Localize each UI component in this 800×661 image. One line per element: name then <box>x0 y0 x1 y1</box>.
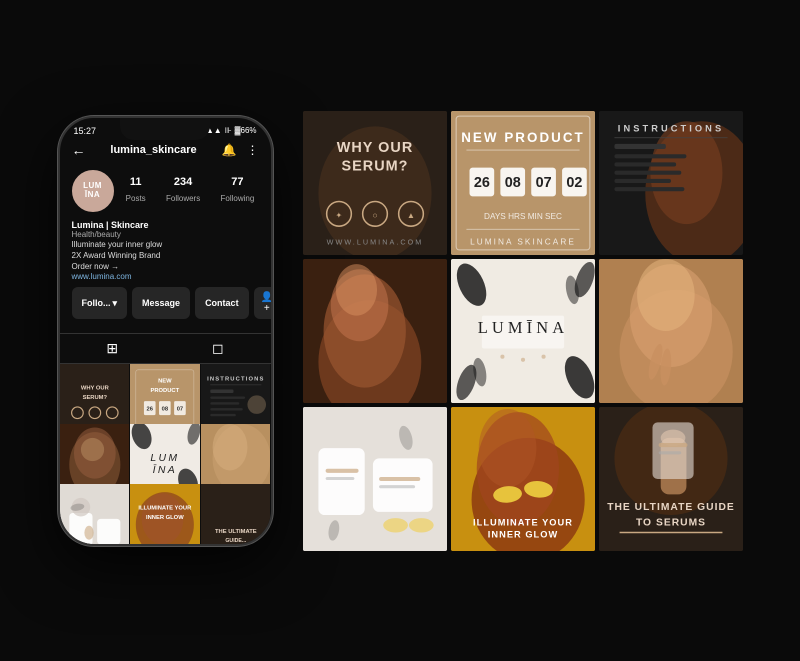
chevron-down-icon: ▾ <box>113 298 118 309</box>
bio-section: Lumina | Skincare Health/beauty Illumina… <box>72 220 259 282</box>
svg-text:08: 08 <box>504 175 520 191</box>
phone-grid: WHY OUR SERUM? NEW PRODUCT <box>60 364 271 543</box>
svg-text:○: ○ <box>372 210 377 219</box>
svg-text:PRODUCT: PRODUCT <box>151 388 180 394</box>
svg-text:WHY OUR: WHY OUR <box>336 140 413 156</box>
grid-item-new-product[interactable]: NEW PRODUCT 26 08 07 02 DAYS HRS MIN SEC… <box>451 111 595 255</box>
grid-item-ultimate-guide[interactable]: THE ULTIMATE GUIDE TO SERUMS <box>599 407 743 551</box>
nav-icons: 🔔 ⋮ <box>222 143 259 157</box>
follow-button[interactable]: Follo... ▾ <box>72 287 128 319</box>
phone-screen: 15:27 ▲▲ ⊪ ▓66% ← lumina_skincare 🔔 ⋮ <box>60 118 271 544</box>
svg-text:THE ULTIMATE: THE ULTIMATE <box>215 529 257 535</box>
stat-followers[interactable]: 234 Followers <box>166 176 200 206</box>
action-buttons: Follo... ▾ Message Contact 👤+ <box>72 287 259 319</box>
message-button[interactable]: Message <box>132 287 190 319</box>
svg-text:LUM: LUM <box>150 453 179 464</box>
avatar-text: LUMĪNA <box>83 182 102 200</box>
svg-text:ILLUMINATE YOUR: ILLUMINATE YOUR <box>139 506 193 512</box>
stat-posts: 11 Posts <box>126 176 146 206</box>
status-time: 15:27 <box>74 126 97 136</box>
svg-text:INNER GLOW: INNER GLOW <box>146 515 184 521</box>
phone-notch <box>120 118 210 140</box>
svg-text:✦: ✦ <box>335 210 342 219</box>
grid-view-tab[interactable]: ⊞ <box>106 340 118 357</box>
follow-label: Follo... <box>82 298 111 308</box>
stat-following[interactable]: 77 Following <box>221 176 255 206</box>
avatar: LUMĪNA <box>72 170 114 212</box>
svg-text:INSTRUCTIONS: INSTRUCTIONS <box>207 376 264 382</box>
grid-item-model-dark[interactable] <box>303 259 447 403</box>
svg-text:LUMINA SKINCARE: LUMINA SKINCARE <box>470 237 576 246</box>
bio-link[interactable]: www.lumina.com <box>72 272 259 281</box>
phone-grid-item-8[interactable]: ILLUMINATE YOUR INNER GLOW <box>130 484 200 543</box>
bio-text: Illuminate your inner glow 2X Award Winn… <box>72 239 259 273</box>
followers-label: Followers <box>166 194 200 203</box>
svg-text:▲: ▲ <box>406 210 414 219</box>
svg-text:THE ULTIMATE GUIDE: THE ULTIMATE GUIDE <box>607 501 735 512</box>
grid-tabs: ⊞ ◻ <box>60 333 271 364</box>
svg-text:DAYS HRS MIN SEC: DAYS HRS MIN SEC <box>484 212 562 221</box>
svg-text:02: 02 <box>566 175 582 191</box>
svg-text:INNER GLOW: INNER GLOW <box>487 529 557 539</box>
more-icon[interactable]: ⋮ <box>246 143 258 157</box>
profile-row: LUMĪNA 11 Posts 234 Followers 77 <box>72 170 259 212</box>
grid-item-logo[interactable]: LUMĪNA <box>451 259 595 403</box>
phone-grid-item-7[interactable] <box>60 484 130 543</box>
bio-category: Health/beauty <box>72 230 259 239</box>
contact-button[interactable]: Contact <box>195 287 249 319</box>
tagged-tab[interactable]: ◻ <box>212 340 224 357</box>
phone-nav: ← lumina_skincare 🔔 ⋮ <box>60 138 271 164</box>
grid-item-product[interactable] <box>303 407 447 551</box>
phone-grid-item-9[interactable]: THE ULTIMATE GUIDE... <box>201 484 271 543</box>
add-person-button[interactable]: 👤+ <box>254 287 271 319</box>
grid-item-why-serum[interactable]: WHY OUR SERUM? ✦ ○ ▲ WWW.LUMINA.COM <box>303 111 447 255</box>
svg-text:NEW: NEW <box>158 379 172 385</box>
signal-icon: ⊪ <box>225 126 232 135</box>
following-count: 77 <box>221 176 255 188</box>
posts-count: 11 <box>126 176 146 188</box>
instagram-grid: WHY OUR SERUM? ✦ ○ ▲ WWW.LUMINA.COM NEW … <box>303 111 743 551</box>
svg-text:07: 07 <box>535 175 551 191</box>
profile-section: LUMĪNA 11 Posts 234 Followers 77 <box>60 164 271 334</box>
svg-text:SERUM?: SERUM? <box>341 158 408 174</box>
posts-label: Posts <box>126 194 146 203</box>
svg-text:GUIDE...: GUIDE... <box>225 538 246 543</box>
svg-text:26: 26 <box>147 407 154 413</box>
svg-text:ILLUMINATE YOUR: ILLUMINATE YOUR <box>473 517 573 527</box>
svg-text:26: 26 <box>473 175 489 191</box>
svg-text:08: 08 <box>162 407 169 413</box>
profile-username: lumina_skincare <box>110 144 196 156</box>
svg-text:INSTRUCTIONS: INSTRUCTIONS <box>617 123 723 133</box>
back-button[interactable]: ← <box>72 142 86 158</box>
phone-mockup: 15:27 ▲▲ ⊪ ▓66% ← lumina_skincare 🔔 ⋮ <box>58 116 273 546</box>
bio-name: Lumina | Skincare <box>72 220 259 230</box>
svg-text:LUMĪNA: LUMĪNA <box>477 318 567 337</box>
followers-count: 234 <box>166 176 200 188</box>
svg-text:07: 07 <box>177 407 183 413</box>
grid-item-model-warm[interactable] <box>599 259 743 403</box>
svg-text:WWW.LUMINA.COM: WWW.LUMINA.COM <box>326 237 423 246</box>
svg-text:SERUM?: SERUM? <box>82 395 107 401</box>
scene: 15:27 ▲▲ ⊪ ▓66% ← lumina_skincare 🔔 ⋮ <box>38 91 763 571</box>
stats-row: 11 Posts 234 Followers 77 Following <box>122 176 259 206</box>
grid-item-illuminate[interactable]: ILLUMINATE YOUR INNER GLOW <box>451 407 595 551</box>
grid-item-instructions[interactable]: INSTRUCTIONS <box>599 111 743 255</box>
svg-text:NEW PRODUCT: NEW PRODUCT <box>461 129 585 144</box>
svg-text:WHY OUR: WHY OUR <box>80 386 109 392</box>
battery-icon: ▓66% <box>235 126 257 135</box>
status-icons: ▲▲ ⊪ ▓66% <box>206 126 257 135</box>
bell-icon[interactable]: 🔔 <box>222 143 237 157</box>
svg-text:ĪNA: ĪNA <box>153 464 177 476</box>
svg-text:TO SERUMS: TO SERUMS <box>635 517 705 528</box>
following-label: Following <box>221 194 255 203</box>
